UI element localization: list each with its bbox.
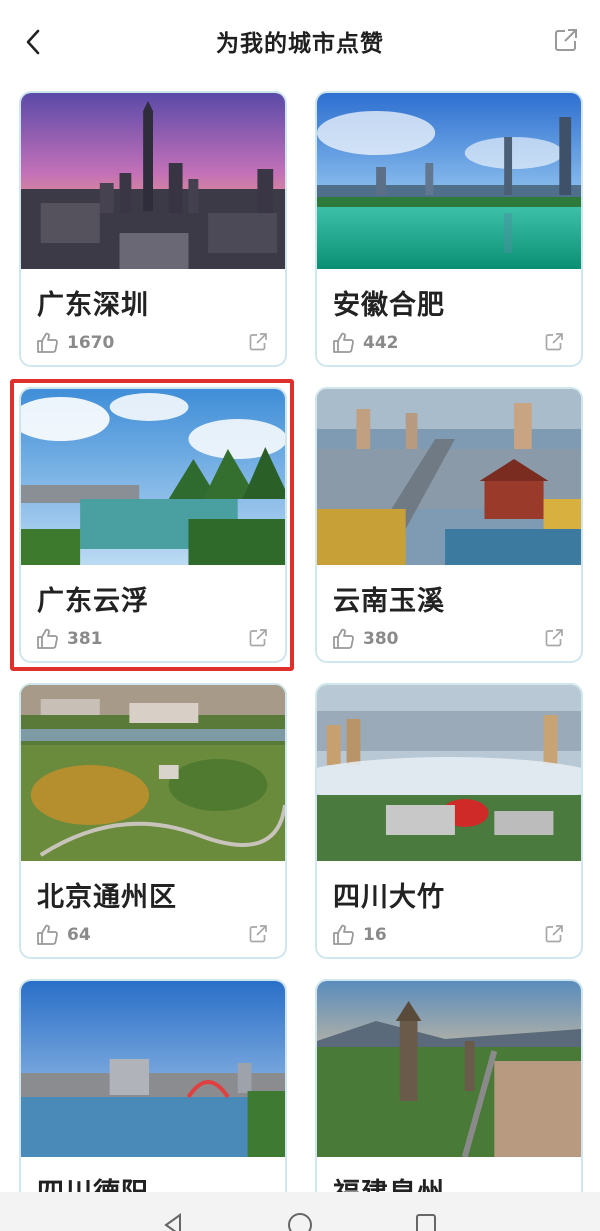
page-title: 为我的城市点赞 <box>216 31 384 57</box>
like-count: 16 <box>363 925 387 945</box>
city-name: 四川大竹 <box>333 882 445 913</box>
city-card[interactable]: 北京通州区 64 <box>19 683 287 959</box>
like-count: 381 <box>67 629 103 649</box>
share-icon[interactable] <box>543 331 565 353</box>
like-button[interactable]: 64 <box>35 923 91 947</box>
like-count: 64 <box>67 925 91 945</box>
like-button[interactable]: 16 <box>331 923 387 947</box>
thumbs-up-icon <box>333 924 354 945</box>
like-button[interactable]: 1670 <box>35 331 114 355</box>
share-icon[interactable] <box>247 627 269 649</box>
thumbs-up-icon <box>37 924 58 945</box>
like-button[interactable]: 380 <box>331 627 399 651</box>
city-card[interactable]: 云南玉溪 380 <box>315 387 583 663</box>
share-icon[interactable] <box>543 627 565 649</box>
city-photo <box>21 685 285 861</box>
city-name: 北京通州区 <box>37 882 177 913</box>
city-name: 广东云浮 <box>37 586 149 617</box>
city-card[interactable]: 福建泉州 <box>315 979 583 1192</box>
city-card[interactable]: 安徽合肥 442 <box>315 91 583 367</box>
like-count: 1670 <box>67 333 115 353</box>
like-button[interactable]: 442 <box>331 331 399 355</box>
top-bar: 为我的城市点赞 <box>0 0 600 82</box>
city-card[interactable]: 四川德阳 <box>19 979 287 1192</box>
city-photo <box>317 93 581 269</box>
city-name: 福建泉州 <box>333 1171 445 1192</box>
city-photo <box>317 389 581 565</box>
city-photo <box>21 981 285 1157</box>
nav-home-icon[interactable] <box>285 1210 315 1231</box>
thumbs-up-icon <box>333 332 354 353</box>
thumbs-up-icon <box>333 628 354 649</box>
like-count: 442 <box>363 333 399 353</box>
thumbs-up-icon <box>37 628 58 649</box>
share-icon[interactable] <box>552 26 580 54</box>
city-photo <box>21 389 285 565</box>
city-photo <box>317 981 581 1157</box>
like-button[interactable]: 381 <box>35 627 103 651</box>
share-icon[interactable] <box>247 331 269 353</box>
nav-recent-icon[interactable] <box>414 1212 438 1231</box>
city-card[interactable]: 四川大竹 16 <box>315 683 583 959</box>
share-icon[interactable] <box>543 923 565 945</box>
system-nav-bar <box>0 1192 600 1231</box>
city-photo <box>21 93 285 269</box>
like-count: 380 <box>363 629 399 649</box>
app-screen: 为我的城市点赞 广东深圳 1670 安徽合肥 442 广东云浮 381 云南玉溪… <box>0 0 600 1231</box>
city-grid: 广东深圳 1670 安徽合肥 442 广东云浮 381 云南玉溪 380 北京通… <box>0 82 600 1192</box>
city-name: 云南玉溪 <box>333 586 445 617</box>
thumbs-up-icon <box>37 332 58 353</box>
city-card[interactable]: 广东云浮 381 <box>19 387 287 663</box>
city-name: 四川德阳 <box>37 1171 149 1192</box>
nav-back-icon[interactable] <box>160 1212 186 1231</box>
city-card[interactable]: 广东深圳 1670 <box>19 91 287 367</box>
city-name: 安徽合肥 <box>333 290 445 321</box>
city-photo <box>317 685 581 861</box>
share-icon[interactable] <box>247 923 269 945</box>
city-name: 广东深圳 <box>37 290 149 321</box>
